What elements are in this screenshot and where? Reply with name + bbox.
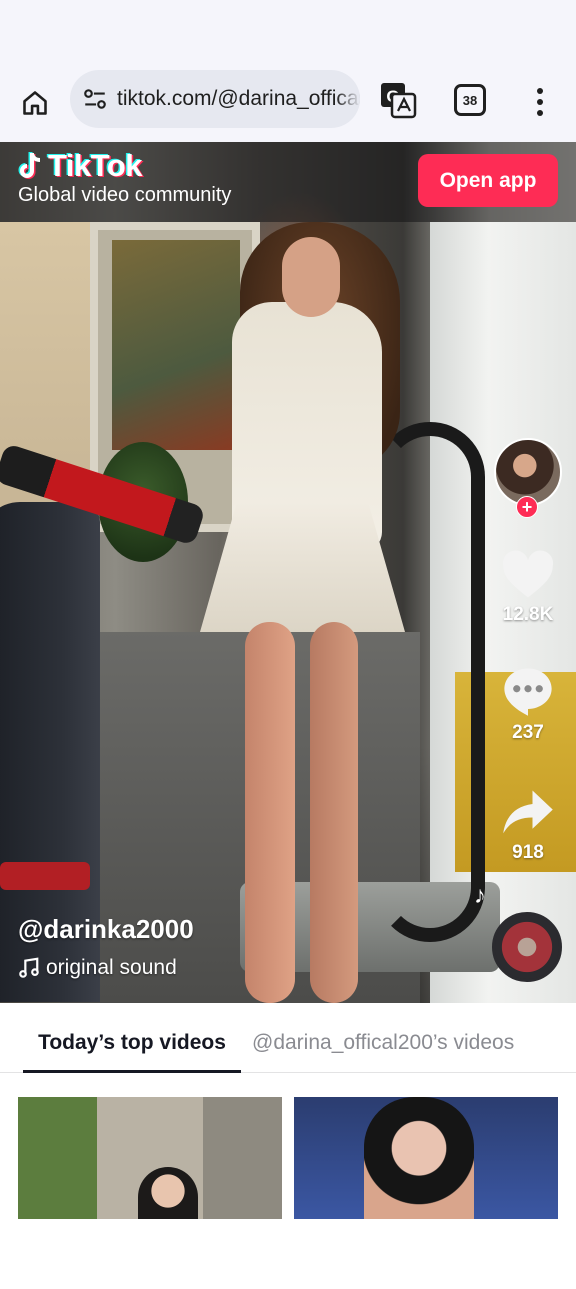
- brand-name: TikTok: [48, 148, 143, 183]
- tab-top-videos[interactable]: Today’s top videos: [23, 1003, 241, 1073]
- url-text: tiktok.com/@darina_officai200: [117, 87, 360, 110]
- url-fade: [336, 70, 360, 128]
- heart-icon: [502, 550, 554, 598]
- tiktok-header: TikTok Global video community Open app: [0, 142, 576, 222]
- status-bar: [0, 0, 576, 62]
- comment-icon: [504, 668, 552, 716]
- thumbnail-image: [364, 1097, 474, 1219]
- music-note-icon: [19, 957, 39, 978]
- video-scene: [375, 422, 485, 942]
- like-button[interactable]: 12.8K: [486, 550, 570, 626]
- like-count: 12.8K: [502, 604, 554, 625]
- browser-toolbar: tiktok.com/@darina_officai200 G 38: [0, 62, 576, 142]
- sound-label: original sound: [46, 956, 177, 979]
- home-button[interactable]: [14, 82, 56, 124]
- tiktok-note-icon: [18, 152, 41, 179]
- brand-subtitle: Global video community: [18, 184, 232, 206]
- tab-user-videos[interactable]: @darina_offical200’s videos: [252, 1003, 514, 1073]
- tab-active-indicator: [23, 1070, 241, 1073]
- video-scene: [310, 622, 358, 1003]
- video-scene: [245, 622, 295, 1003]
- share-button[interactable]: 918: [486, 788, 570, 864]
- open-app-button[interactable]: Open app: [418, 154, 558, 207]
- music-disc[interactable]: [492, 912, 562, 982]
- follow-button[interactable]: +: [516, 496, 538, 518]
- home-icon: [23, 91, 47, 115]
- comment-button[interactable]: 237: [486, 664, 570, 744]
- address-bar[interactable]: tiktok.com/@darina_officai200: [70, 70, 360, 128]
- floating-note-icon: ♪: [474, 882, 486, 909]
- share-icon: [503, 790, 553, 834]
- tab-switcher-button[interactable]: 38: [454, 84, 486, 116]
- tiktok-logo[interactable]: TikTok: [18, 148, 143, 184]
- video-scene: [0, 862, 90, 890]
- share-count: 918: [512, 842, 544, 863]
- tune-icon[interactable]: [82, 86, 108, 112]
- video-player[interactable]: TikTok Global video community Open app +…: [0, 142, 576, 1003]
- video-thumbnail[interactable]: [18, 1097, 282, 1219]
- thumbnail-image: [138, 1167, 198, 1219]
- video-tabs: Today’s top videos @darina_offical200’s …: [0, 1003, 576, 1073]
- author-handle[interactable]: @darinka2000: [18, 914, 194, 945]
- more-vert-icon[interactable]: [528, 82, 552, 122]
- translate-icon[interactable]: G: [378, 80, 418, 120]
- sound-link[interactable]: original sound: [18, 956, 177, 980]
- video-scene: [282, 237, 340, 317]
- video-thumbnail[interactable]: [294, 1097, 558, 1219]
- comment-count: 237: [512, 722, 544, 743]
